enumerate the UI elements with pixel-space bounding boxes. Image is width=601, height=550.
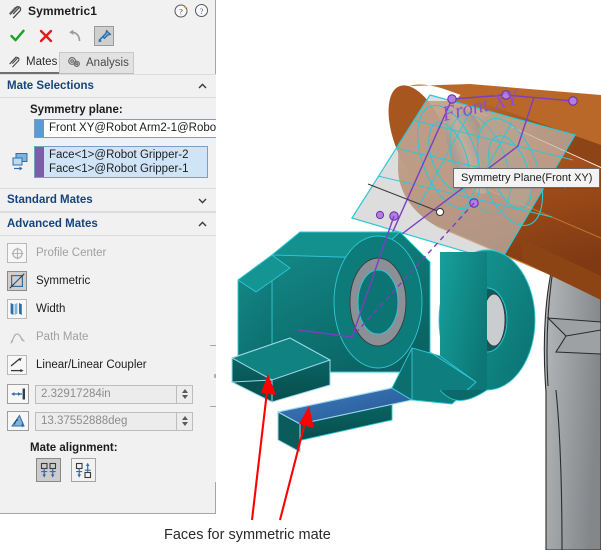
panel-tab-strip: Mates Analysis: [0, 52, 215, 75]
angle-value: 13.37552888deg: [41, 415, 128, 427]
mate-linear-linear-coupler[interactable]: Linear/Linear Coupler: [0, 351, 216, 379]
stepper-down-icon[interactable]: [181, 422, 188, 426]
paperclip-icon: [7, 54, 22, 71]
figure-caption: Faces for symmetric mate: [164, 527, 331, 543]
selection-color-swatch: [35, 120, 44, 137]
distance-stepper[interactable]: [176, 385, 192, 403]
panel-title-bar: Symmetric1 ? ?: [0, 0, 215, 22]
distance-row: 2.32917284in: [0, 382, 216, 406]
angle-input[interactable]: 13.37552888deg: [35, 411, 193, 431]
mate-width-label: Width: [36, 303, 66, 315]
mate-symmetric-label: Symmetric: [36, 275, 91, 287]
angle-row: 13.37552888deg: [0, 409, 216, 433]
undo-button[interactable]: [65, 26, 85, 46]
stepper-up-icon[interactable]: [181, 389, 188, 393]
panel-command-bar: [0, 22, 215, 50]
help-icon-group: ? ?: [174, 3, 209, 18]
model-3d-scene: Front XY: [230, 84, 601, 550]
mate-profile-center[interactable]: Profile Center: [0, 239, 216, 267]
mate-path-mate-label: Path Mate: [36, 331, 89, 343]
section-mate-selections[interactable]: Mate Selections: [0, 74, 216, 98]
section-standard-mates[interactable]: Standard Mates: [0, 188, 216, 212]
tab-analysis[interactable]: Analysis: [59, 52, 134, 74]
mate-path-mate[interactable]: Path Mate: [0, 323, 216, 351]
mate-selections-group: Symmetry plane: Front XY@Robot Arm2-1@Ro…: [0, 98, 236, 188]
selection-color-swatch: [35, 147, 44, 177]
section-advanced-mates[interactable]: Advanced Mates: [0, 212, 216, 236]
svg-text:?: ?: [179, 7, 183, 16]
page-title: Symmetric1: [28, 4, 98, 18]
section-standard-mates-label: Standard Mates: [7, 194, 93, 206]
symmetry-plane-selection-box[interactable]: Front XY@Robot Arm2-1@Robot A:: [34, 119, 236, 138]
cancel-button[interactable]: [36, 26, 56, 46]
symmetry-plane-row: Front XY@Robot Arm2-1@Robot A:: [0, 119, 236, 138]
symmetry-plane-entries: Front XY@Robot Arm2-1@Robot A:: [44, 120, 235, 137]
section-mate-selections-label: Mate Selections: [7, 80, 94, 92]
chevron-up-icon: [198, 82, 207, 91]
mate-width[interactable]: Width: [0, 295, 216, 323]
distance-dimension-icon: [7, 384, 29, 404]
faces-entries: Face<1>@Robot Gripper-2 Face<1>@Robot Gr…: [44, 147, 207, 177]
svg-text:?: ?: [200, 6, 204, 16]
property-manager-panel: Symmetric1 ? ? Mates Analysis Mate Selec…: [0, 0, 236, 514]
stepper-down-icon[interactable]: [181, 395, 188, 399]
help-icon[interactable]: ?: [194, 3, 209, 18]
tab-mates-label: Mates: [26, 56, 58, 68]
entities-to-mate-icon: [8, 146, 34, 171]
mate-alignment-label: Mate alignment:: [30, 442, 118, 454]
angle-stepper[interactable]: [176, 412, 192, 430]
mate-profile-center-label: Profile Center: [36, 247, 107, 259]
robot-gripper[interactable]: [230, 231, 536, 453]
width-icon: [7, 299, 27, 319]
stepper-up-icon[interactable]: [181, 416, 188, 420]
detailed-help-icon[interactable]: ?: [174, 3, 189, 18]
advanced-mates-group: Profile Center Symmetric Width Path Mate…: [0, 236, 216, 482]
list-item[interactable]: Face<1>@Robot Gripper-1: [46, 162, 205, 176]
path-mate-icon: [7, 327, 27, 347]
distance-value: 2.32917284in: [41, 388, 111, 400]
faces-selection-box[interactable]: Face<1>@Robot Gripper-2 Face<1>@Robot Gr…: [34, 146, 208, 178]
anti-aligned-button[interactable]: [71, 458, 96, 482]
linear-coupler-icon: [7, 355, 27, 375]
profile-center-icon: [7, 243, 27, 263]
symmetry-plane-callout[interactable]: Symmetry Plane(Front XY): [453, 168, 601, 188]
list-item[interactable]: Front XY@Robot Arm2-1@Robot A:: [46, 121, 233, 135]
chevron-down-icon: [198, 196, 207, 205]
symmetry-plane-callout-label: Symmetry Plane(Front XY): [461, 172, 593, 184]
symmetry-plane-spacer: [8, 119, 34, 125]
distance-input[interactable]: 2.32917284in: [35, 384, 193, 404]
mate-linear-linear-coupler-label: Linear/Linear Coupler: [36, 359, 147, 371]
faces-selection-row: Face<1>@Robot Gripper-2 Face<1>@Robot Gr…: [0, 146, 216, 188]
mate-symmetric[interactable]: Symmetric: [0, 267, 216, 295]
ok-button[interactable]: [7, 26, 27, 46]
symmetry-plane-label: Symmetry plane:: [30, 104, 123, 116]
graphics-viewport[interactable]: Front XY Symmetry Plane(Front XY): [216, 0, 601, 550]
mate-paperclip-icon: [4, 1, 26, 21]
mate-alignment-buttons: [0, 458, 216, 482]
symmetric-icon: [7, 271, 27, 291]
gears-icon: [67, 55, 82, 72]
list-item[interactable]: Face<1>@Robot Gripper-2: [46, 148, 205, 162]
section-advanced-mates-label: Advanced Mates: [7, 218, 98, 230]
aligned-button[interactable]: [36, 458, 61, 482]
angle-dimension-icon: [7, 411, 29, 431]
tab-analysis-label: Analysis: [86, 57, 129, 69]
panel-body: Mate Selections Symmetry plane: Front XY…: [0, 74, 236, 513]
pin-button[interactable]: [94, 26, 114, 46]
chevron-up-icon: [198, 220, 207, 229]
